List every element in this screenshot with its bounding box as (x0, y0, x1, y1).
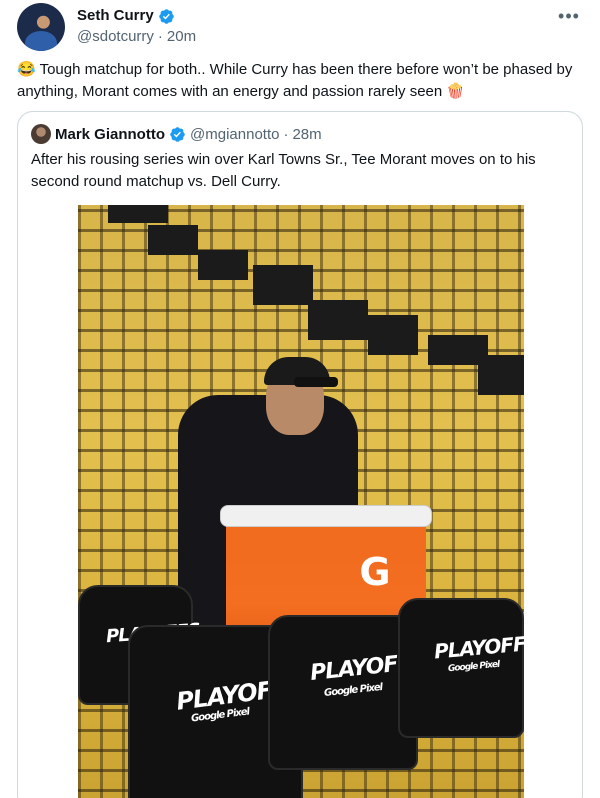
more-dots-icon[interactable]: ••• (557, 6, 581, 26)
verified-badge-icon (158, 8, 174, 24)
stair-railing (308, 300, 368, 340)
quote-photo[interactable]: G PLAYOFFS PLAYOFFS Google Pixel PLAYOFF… (78, 205, 524, 798)
author-display-name[interactable]: Seth Curry (77, 6, 154, 26)
tweet-text: 😂 Tough matchup for both.. While Curry h… (17, 61, 573, 100)
man-cap (264, 357, 338, 387)
tweet[interactable]: Seth Curry @sdotcurry · 20m ••• 😂 Tough … (0, 0, 600, 798)
quote-text: After his rousing series win over Karl T… (31, 151, 536, 190)
verified-badge-icon (170, 126, 185, 142)
quote-tweet[interactable]: Mark Giannotto @mgiannotto · 28m After h… (17, 111, 583, 798)
stair-railing (108, 205, 168, 223)
stair-railing (478, 355, 524, 395)
author-handle[interactable]: @sdotcurry (77, 27, 154, 47)
tweet-timestamp[interactable]: 20m (167, 27, 196, 47)
author-avatar[interactable] (17, 3, 65, 51)
meta-separator: · (283, 125, 289, 143)
quote-timestamp: 28m (292, 125, 322, 143)
quote-author-display-name: Mark Giannotto (55, 125, 166, 143)
stair-railing (368, 315, 418, 355)
quote-author-avatar (31, 124, 51, 144)
meta-separator: · (157, 28, 163, 45)
quote-author-handle: @mgiannotto (190, 125, 280, 143)
quote-author-meta: @mgiannotto · 28m (190, 126, 322, 143)
stair-railing (148, 225, 198, 255)
stair-railing (253, 265, 313, 305)
author-meta-row: @sdotcurry · 20m (77, 27, 196, 47)
gatorade-logo-icon: G (359, 550, 391, 594)
stair-railing (198, 250, 248, 280)
quote-header: Mark Giannotto @mgiannotto · 28m (31, 124, 322, 144)
cooler-lid (220, 505, 432, 527)
author-name-row: Seth Curry (77, 6, 175, 26)
